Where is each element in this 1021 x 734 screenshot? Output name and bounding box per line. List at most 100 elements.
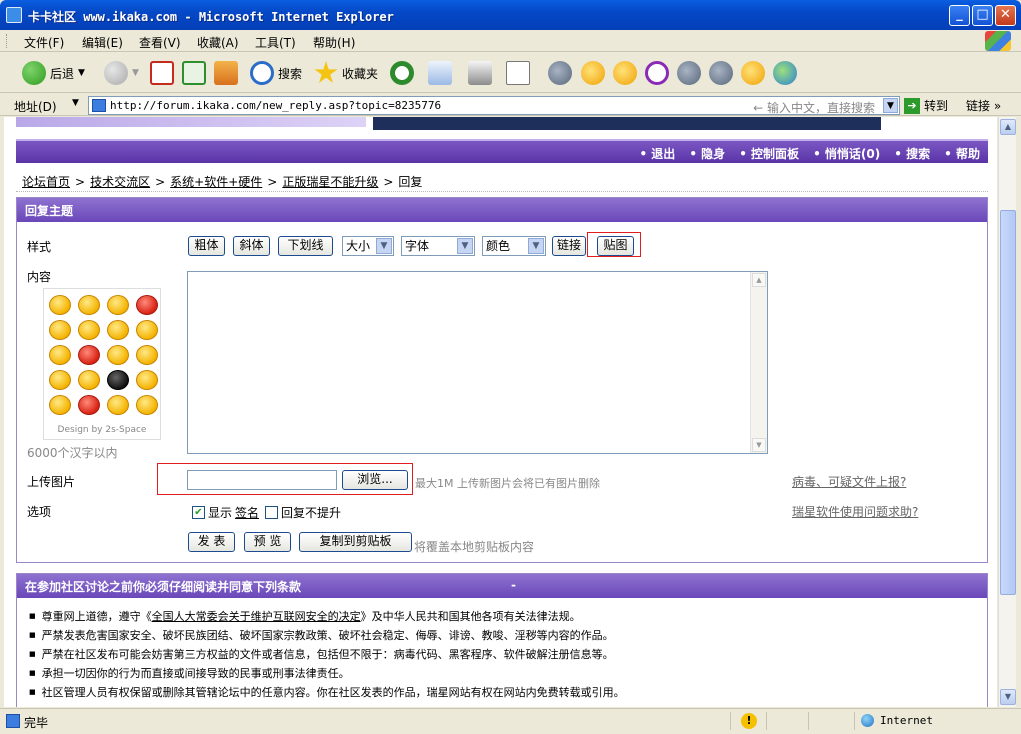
- signature-link[interactable]: 签名: [235, 504, 259, 521]
- menu-favorites[interactable]: 收藏(A): [197, 34, 239, 51]
- search-button[interactable]: 搜索: [250, 59, 302, 87]
- emoticon-icon[interactable]: [78, 345, 100, 365]
- emoticon-icon[interactable]: [107, 345, 129, 365]
- scroll-up-icon[interactable]: ▲: [752, 273, 766, 287]
- address-dropdown-icon[interactable]: ▼: [883, 98, 898, 113]
- nav-invisible[interactable]: 隐身: [689, 145, 725, 162]
- emoticon-icon[interactable]: [49, 320, 71, 340]
- forward-button[interactable]: ▼: [104, 59, 139, 87]
- emoticon-icon[interactable]: [78, 295, 100, 315]
- nav-messages[interactable]: 悄悄话(0): [813, 145, 880, 162]
- copy-to-clipboard-button[interactable]: 复制到剪贴板: [299, 532, 412, 552]
- refresh-button[interactable]: [182, 59, 206, 87]
- menu-help[interactable]: 帮助(H): [313, 34, 355, 51]
- submit-button[interactable]: 发 表: [188, 532, 235, 552]
- nav-search[interactable]: 搜索: [894, 145, 930, 162]
- windows-logo-icon: [985, 31, 1011, 51]
- emoticon-icon[interactable]: [78, 395, 100, 415]
- mail-button[interactable]: [428, 59, 452, 87]
- show-signature-checkbox[interactable]: ✔: [192, 506, 205, 519]
- wink-button[interactable]: [741, 59, 765, 87]
- nav-control-panel[interactable]: 控制面板: [739, 145, 799, 162]
- stop-button[interactable]: [150, 59, 174, 87]
- emoticon-icon[interactable]: [78, 370, 100, 390]
- breadcrumb-topic[interactable]: 正版瑞星不能升级: [282, 175, 378, 189]
- warning-icon[interactable]: !: [741, 713, 757, 729]
- underline-button[interactable]: 下划线: [278, 236, 333, 256]
- emoticon-icon[interactable]: [78, 320, 100, 340]
- contacts-icon: [773, 61, 797, 85]
- cat-button[interactable]: [677, 59, 701, 87]
- size-select[interactable]: 大小 ▼: [342, 236, 394, 256]
- edit-button[interactable]: [506, 59, 530, 87]
- textarea-scrollbar[interactable]: ▲ ▼: [750, 272, 767, 453]
- emoticon-icon[interactable]: [136, 295, 158, 315]
- forward-dropdown-icon[interactable]: ▼: [132, 68, 139, 78]
- qq-button[interactable]: [613, 59, 637, 87]
- back-button[interactable]: 后退 ▼: [22, 59, 85, 87]
- go-button[interactable]: ➔ 转到: [904, 97, 948, 114]
- discuss-button[interactable]: [645, 59, 669, 87]
- law-link[interactable]: 全国人大常委会关于维护互联网安全的决定: [152, 610, 361, 623]
- nav-logout[interactable]: 退出: [639, 145, 675, 162]
- emoticon-icon[interactable]: [107, 395, 129, 415]
- emoticon-icon[interactable]: [136, 320, 158, 340]
- home-button[interactable]: [214, 59, 238, 87]
- scroll-thumb[interactable]: [1000, 210, 1016, 595]
- emoticon-icon[interactable]: [136, 395, 158, 415]
- messenger-button[interactable]: [581, 59, 605, 87]
- virus-report-link[interactable]: 病毒、可疑文件上报?: [792, 473, 906, 490]
- breadcrumb-system[interactable]: 系统+软件+硬件: [170, 175, 262, 189]
- file-path-input[interactable]: [187, 470, 337, 490]
- emoticon-icon[interactable]: [49, 295, 71, 315]
- menu-edit[interactable]: 编辑(E): [82, 34, 123, 51]
- italic-button[interactable]: 斜体: [233, 236, 270, 256]
- history-button[interactable]: [390, 59, 414, 87]
- bold-button[interactable]: 粗体: [188, 236, 225, 256]
- links-button[interactable]: 链接 »: [966, 97, 1001, 114]
- scroll-down-icon[interactable]: ▼: [752, 438, 766, 452]
- contacts-button[interactable]: [773, 59, 797, 87]
- page-scrollbar[interactable]: ▲ ▼: [998, 117, 1016, 707]
- emoticon-icon[interactable]: [107, 370, 129, 390]
- menu-file[interactable]: 文件(F): [24, 34, 64, 51]
- settings-button[interactable]: [709, 59, 733, 87]
- address-label-dropdown-icon[interactable]: ▼: [72, 98, 79, 108]
- print-button[interactable]: [468, 59, 492, 87]
- close-button[interactable]: ✕: [995, 5, 1016, 26]
- address-input[interactable]: http://forum.ikaka.com/new_reply.asp?top…: [88, 96, 900, 115]
- browse-button[interactable]: 浏览...: [342, 470, 408, 490]
- emoticon-icon[interactable]: [107, 295, 129, 315]
- no-bump-option[interactable]: 回复不提升: [265, 504, 341, 521]
- menu-tools[interactable]: 工具(T): [255, 34, 296, 51]
- emoticon-icon[interactable]: [107, 320, 129, 340]
- no-bump-checkbox[interactable]: [265, 506, 278, 519]
- maximize-button[interactable]: □: [972, 5, 993, 26]
- emoticon-icon[interactable]: [49, 370, 71, 390]
- preview-button[interactable]: 预 览: [244, 532, 291, 552]
- color-select[interactable]: 颜色 ▼: [482, 236, 546, 256]
- favorites-button[interactable]: 收藏夹: [314, 59, 378, 87]
- back-dropdown-icon[interactable]: ▼: [78, 68, 85, 78]
- upload-label: 上传图片: [27, 475, 76, 489]
- show-signature-option[interactable]: ✔ 显示 签名: [192, 504, 259, 521]
- menu-view[interactable]: 查看(V): [139, 34, 181, 51]
- breadcrumb-tech[interactable]: 技术交流区: [90, 175, 150, 189]
- emoticon-icon[interactable]: [136, 370, 158, 390]
- window-title-bar[interactable]: 卡卡社区 www.ikaka.com - Microsoft Internet …: [0, 0, 1021, 30]
- address-url[interactable]: http://forum.ikaka.com/new_reply.asp?top…: [110, 99, 441, 112]
- emoticon-icon[interactable]: [136, 345, 158, 365]
- breadcrumb-home[interactable]: 论坛首页: [22, 175, 70, 189]
- content-textarea[interactable]: ▲ ▼: [187, 271, 768, 454]
- help-link[interactable]: 瑞星软件使用问题求助?: [792, 503, 918, 520]
- minimize-button[interactable]: _: [949, 5, 970, 26]
- nav-help[interactable]: 帮助: [944, 145, 980, 162]
- emoticon-icon[interactable]: [49, 395, 71, 415]
- research-button[interactable]: [548, 59, 572, 87]
- banner-ad[interactable]: [373, 117, 881, 130]
- emoticon-icon[interactable]: [49, 345, 71, 365]
- link-button[interactable]: 链接: [552, 236, 586, 256]
- font-select[interactable]: 字体 ▼: [401, 236, 475, 256]
- scroll-down-icon[interactable]: ▼: [1000, 689, 1016, 705]
- scroll-up-icon[interactable]: ▲: [1000, 119, 1016, 135]
